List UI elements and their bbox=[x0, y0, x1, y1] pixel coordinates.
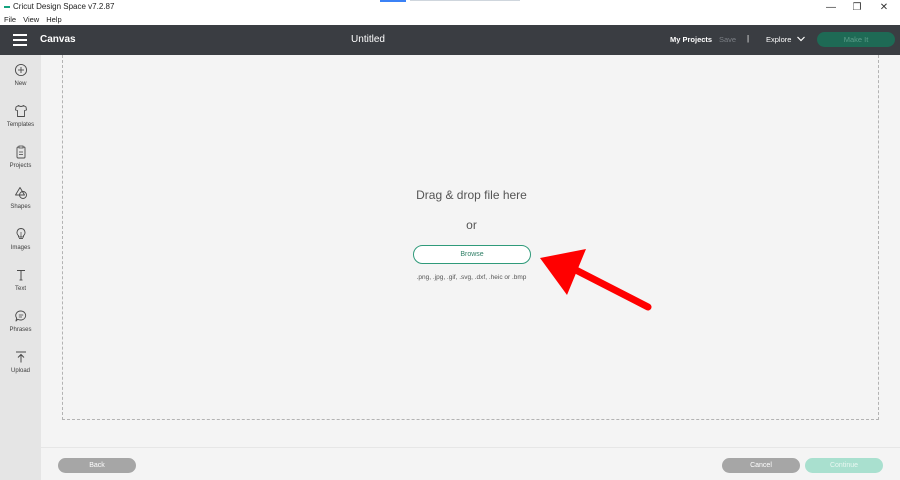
file-drop-zone[interactable]: Drag & drop file here or Browse .png, .j… bbox=[62, 55, 879, 420]
sidebar-item-upload[interactable]: Upload bbox=[0, 346, 41, 382]
titlebar-divider bbox=[410, 0, 520, 1]
annotation-arrow-icon bbox=[540, 249, 652, 311]
text-icon bbox=[16, 270, 25, 281]
sidebar-item-label: Text bbox=[14, 286, 26, 292]
lightbulb-icon bbox=[16, 228, 25, 239]
my-projects-link[interactable]: My Projects bbox=[670, 35, 712, 44]
explore-menu[interactable]: Explore bbox=[766, 35, 791, 44]
app-logo-icon bbox=[4, 6, 10, 8]
maximize-icon[interactable]: ❐ bbox=[850, 1, 864, 13]
menu-file[interactable]: File bbox=[4, 15, 16, 24]
sidebar-item-label: Images bbox=[10, 245, 31, 251]
sidebar-item-projects[interactable]: Projects bbox=[0, 141, 41, 177]
drop-heading: Drag & drop file here bbox=[416, 188, 527, 202]
shapes-icon bbox=[14, 187, 27, 199]
menu-view[interactable]: View bbox=[23, 15, 39, 24]
sidebar-item-text[interactable]: Text bbox=[0, 264, 41, 300]
app-window: Cricut Design Space v7.2.87 — ❐ ✕ File V… bbox=[0, 0, 900, 480]
speech-bubble-icon bbox=[14, 310, 26, 322]
sidebar-item-images[interactable]: Images bbox=[0, 223, 41, 259]
title-bar: Cricut Design Space v7.2.87 — ❐ ✕ bbox=[0, 0, 900, 14]
minimize-icon[interactable]: — bbox=[824, 1, 838, 13]
sidebar-item-new[interactable]: New bbox=[0, 59, 41, 95]
menu-bar: File View Help bbox=[0, 14, 900, 25]
plus-circle-icon bbox=[14, 63, 27, 77]
chevron-down-icon[interactable] bbox=[796, 34, 806, 44]
sidebar-item-label: New bbox=[14, 81, 27, 87]
sidebar-item-label: Upload bbox=[10, 368, 30, 374]
footer-bar: Back Cancel Continue bbox=[41, 447, 900, 480]
make-it-button[interactable]: Make It bbox=[817, 32, 895, 47]
window-title: Cricut Design Space v7.2.87 bbox=[13, 2, 115, 11]
hamburger-menu-icon[interactable] bbox=[13, 34, 27, 46]
drop-or-text: or bbox=[466, 218, 477, 232]
left-sidebar: New Templates Projects Shapes Images Tex… bbox=[0, 55, 41, 480]
document-title[interactable]: Untitled bbox=[320, 34, 416, 45]
save-button[interactable]: Save bbox=[719, 35, 736, 44]
close-icon[interactable]: ✕ bbox=[877, 1, 891, 13]
browse-button[interactable]: Browse bbox=[413, 245, 531, 264]
back-button[interactable]: Back bbox=[58, 458, 136, 473]
clipboard-icon bbox=[16, 145, 25, 159]
sidebar-item-label: Shapes bbox=[10, 204, 31, 210]
sidebar-item-templates[interactable]: Templates bbox=[0, 100, 41, 136]
upload-icon bbox=[15, 351, 26, 363]
cancel-button[interactable]: Cancel bbox=[722, 458, 800, 473]
titlebar-accent bbox=[380, 0, 406, 2]
app-header: Canvas Untitled My Projects Save | Explo… bbox=[0, 25, 900, 55]
header-separator: | bbox=[747, 34, 750, 43]
sidebar-item-phrases[interactable]: Phrases bbox=[0, 305, 41, 341]
shirt-icon bbox=[14, 105, 27, 117]
sidebar-item-label: Templates bbox=[6, 122, 35, 128]
sidebar-item-shapes[interactable]: Shapes bbox=[0, 182, 41, 218]
continue-button[interactable]: Continue bbox=[805, 458, 883, 473]
menu-help[interactable]: Help bbox=[46, 15, 61, 24]
sidebar-item-label: Phrases bbox=[9, 327, 32, 333]
upload-canvas: Drag & drop file here or Browse .png, .j… bbox=[41, 55, 900, 447]
sidebar-item-label: Projects bbox=[9, 163, 32, 169]
supported-formats: .png, .jpg, .gif, .svg, .dxf, .heic or .… bbox=[416, 274, 527, 281]
section-title: Canvas bbox=[40, 34, 76, 45]
